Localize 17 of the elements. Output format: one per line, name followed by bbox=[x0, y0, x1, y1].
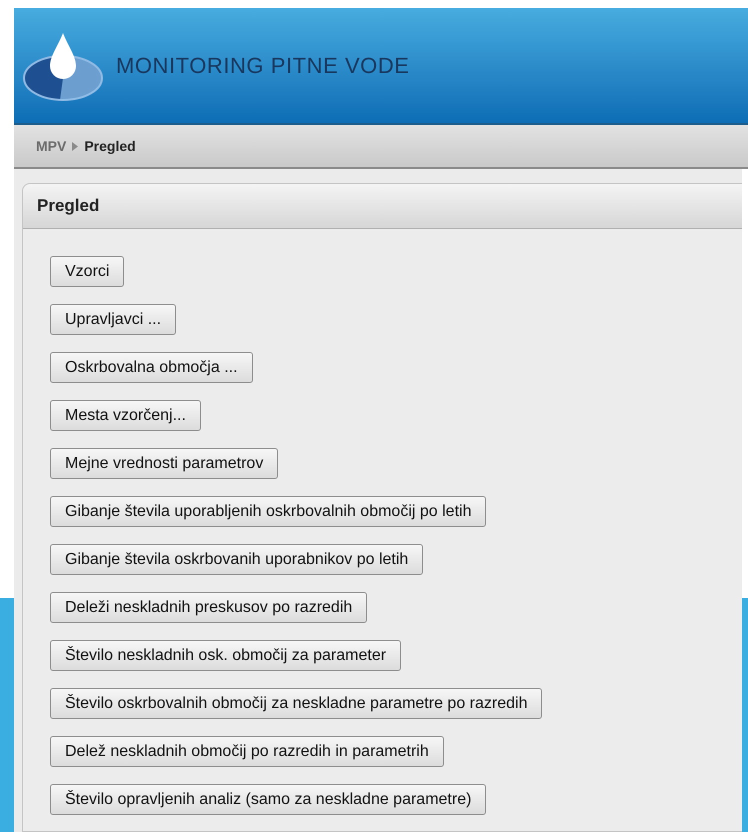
panel-title: Pregled bbox=[37, 195, 100, 218]
nav-button[interactable]: Število opravljenih analiz (samo za neskladne parametre) bbox=[50, 784, 486, 815]
nav-button[interactable]: Število oskrbovalnih območij za neskladne parametre po razredih bbox=[50, 688, 542, 719]
nav-button[interactable]: Mesta vzorčenj... bbox=[50, 400, 201, 431]
nav-button[interactable]: Oskrbovalna območja ... bbox=[50, 352, 253, 383]
app-title: MONITORING PITNE VODE bbox=[116, 52, 410, 80]
nav-button[interactable]: Delež neskladnih območij po razredih in parametrih bbox=[50, 736, 444, 767]
nav-button[interactable]: Upravljavci ... bbox=[50, 304, 176, 335]
chevron-icon bbox=[72, 142, 78, 150]
nav-button[interactable]: Vzorci bbox=[50, 256, 124, 287]
nav-button[interactable]: Deleži neskladnih preskusov po razredih bbox=[50, 592, 368, 623]
nav-button[interactable]: Mejne vrednosti parametrov bbox=[50, 448, 278, 479]
nav-button[interactable]: Gibanje števila oskrbovanih uporabnikov po letih bbox=[50, 544, 424, 575]
breadcrumb-link[interactable]: MPV bbox=[36, 136, 66, 156]
breadcrumb-link[interactable]: Pregled bbox=[84, 136, 136, 156]
nav-button[interactable]: Število neskladnih osk. območij za parameter bbox=[50, 640, 402, 671]
nav-button[interactable]: Gibanje števila uporabljenih oskrbovalnih območij po letih bbox=[50, 496, 486, 527]
